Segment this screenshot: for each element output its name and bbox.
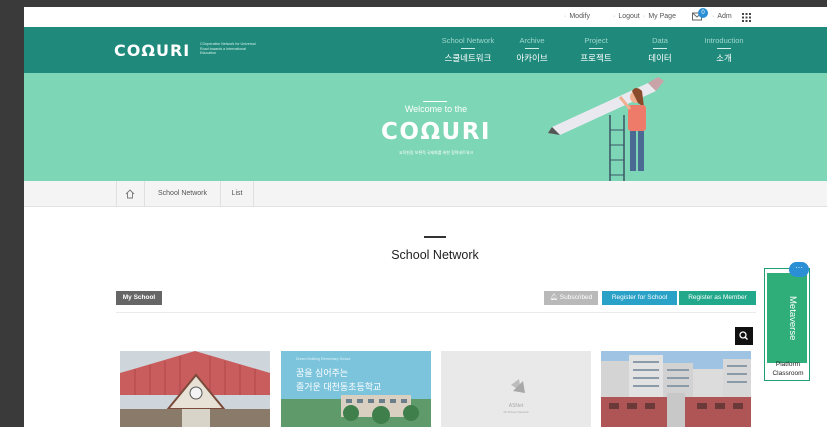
nav-school-network[interactable]: School Network 스쿨네트워크 — [438, 36, 498, 64]
nav-project[interactable]: Project 프로젝트 — [574, 36, 618, 64]
breadcrumb-list[interactable]: List — [220, 181, 254, 207]
nav-label-ko: 프로젝트 — [580, 53, 612, 63]
banner-line-1: 꿈을 심어주는 — [296, 368, 349, 378]
nav-label-en: Archive — [519, 36, 545, 45]
banner-line-2: 즐거운 대천동초등학교 — [296, 382, 382, 392]
my-school-tab[interactable]: My School — [116, 291, 162, 305]
logout-link[interactable]: Logout — [613, 13, 639, 20]
utility-bar: Modify Logout My Page 0 Adm — [24, 7, 827, 27]
mypage-link[interactable]: My Page — [643, 13, 676, 20]
nav-divider — [717, 48, 731, 49]
placeholder-title: ASNet — [508, 403, 524, 409]
metaverse-tab: Metaverse — [767, 273, 807, 363]
breadcrumb-home[interactable] — [116, 181, 144, 207]
site-logo[interactable]: COΩURI — [114, 41, 190, 60]
site-header: COΩURI COoperative Network for Universal… — [24, 27, 827, 73]
site-logo-subtitle: COoperative Network for Universal Road t… — [200, 42, 256, 56]
nav-divider — [589, 48, 603, 49]
nav-label-en: Data — [652, 36, 668, 45]
hero-logo: COΩURI — [381, 119, 491, 145]
grid-menu-icon[interactable] — [742, 13, 751, 22]
title-divider — [424, 236, 446, 238]
register-member-button[interactable]: Register as Member — [679, 291, 756, 305]
modify-link[interactable]: Modify — [564, 13, 590, 20]
page-title: School Network — [391, 248, 479, 262]
browser-page: Modify Logout My Page 0 Adm COΩURI COope… — [24, 7, 827, 427]
metaverse-label: Metaverse — [787, 296, 798, 341]
metaverse-widget[interactable]: Metaverse Platform Classroom — [764, 268, 810, 381]
nav-label-en: Introduction — [704, 36, 744, 45]
nav-label-ko: 스쿨네트워크 — [444, 53, 492, 63]
home-icon — [125, 189, 135, 199]
platform-label: Platform — [775, 361, 801, 368]
nav-divider — [653, 48, 667, 49]
admin-link[interactable]: Adm — [712, 13, 731, 20]
toolbar-divider — [116, 312, 756, 313]
hero-tagline: 교육현장 보편적 국제화를 위한 협력네트워크 — [398, 150, 474, 155]
bell-icon: 🔔︎ — [549, 294, 558, 301]
nav-label-ko: 소개 — [716, 53, 732, 63]
school-card[interactable] — [120, 351, 270, 427]
hero-banner: Welcome to the COΩURI 교육현장 보편적 국제화를 위한 협… — [24, 73, 827, 181]
school-photo-apartments — [601, 351, 751, 427]
nav-label-en: Project — [584, 36, 608, 45]
nav-label-ko: 데이터 — [648, 53, 672, 63]
placeholder-subtitle: All School Network — [503, 410, 529, 414]
banner-caption: Dream Building Elementary School — [296, 357, 351, 361]
nav-introduction[interactable]: Introduction 소개 — [696, 36, 752, 64]
placeholder-name: ASNet All School Network — [441, 403, 591, 415]
nav-data[interactable]: Data 데이터 — [640, 36, 680, 64]
classroom-label: Classroom — [772, 370, 804, 377]
school-photo-red-roof — [120, 351, 270, 427]
hero-welcome-text: Welcome to the — [404, 104, 468, 114]
school-card[interactable]: ASNet All School Network — [441, 351, 591, 427]
search-icon — [739, 331, 748, 340]
nav-divider — [461, 48, 475, 49]
chat-bubble-icon[interactable]: ··· — [789, 262, 809, 277]
hero-illustration-person-pencil — [548, 77, 664, 181]
register-school-button[interactable]: Register for School — [602, 291, 677, 305]
nav-divider — [525, 48, 539, 49]
nav-archive[interactable]: Archive 아카이브 — [510, 36, 554, 64]
school-card[interactable]: Dream Building Elementary School 꿈을 심어주는… — [281, 351, 431, 427]
search-button[interactable] — [735, 327, 753, 345]
subscribed-label: Subscribed — [559, 294, 593, 301]
nav-label-en: School Network — [441, 36, 495, 45]
hero-divider — [423, 101, 447, 102]
school-card[interactable] — [601, 351, 751, 427]
nav-label-ko: 아카이브 — [516, 53, 548, 63]
breadcrumb: School Network List — [24, 181, 827, 207]
breadcrumb-school-network[interactable]: School Network — [144, 181, 220, 207]
subscribed-button[interactable]: 🔔︎ Subscribed — [544, 291, 598, 305]
message-count-badge: 0 — [698, 8, 708, 18]
asnet-placeholder-logo — [511, 379, 525, 393]
